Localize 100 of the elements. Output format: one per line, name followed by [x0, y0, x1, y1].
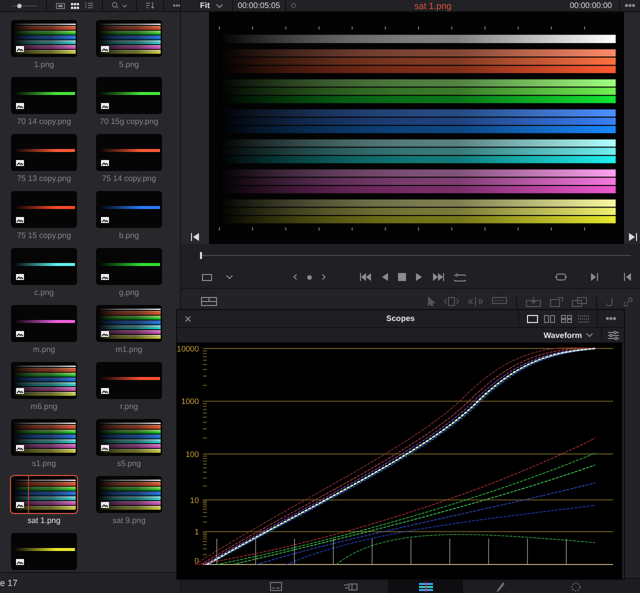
zoom-slider[interactable] [12, 2, 38, 10]
image-icon [16, 160, 24, 166]
search-icon[interactable] [112, 1, 118, 10]
chevron-down-icon[interactable] [216, 4, 223, 8]
playhead-handle[interactable] [200, 252, 202, 258]
clip-name: c.png [34, 288, 54, 298]
marker-icon[interactable] [307, 274, 312, 280]
scale-label: 10000 [177, 344, 199, 354]
color-icon[interactable] [418, 582, 432, 592]
image-icon [16, 103, 24, 109]
clip-name: 75 13 copy.png [16, 174, 72, 184]
clip-thumbnail[interactable] [11, 419, 77, 456]
clip-name: m6.png [30, 402, 58, 412]
clip-thumbnail[interactable] [11, 305, 77, 342]
clip-name: sat 9.png [112, 516, 146, 526]
dotted-circle-icon[interactable] [570, 582, 580, 592]
cut-icon[interactable] [344, 582, 358, 590]
previous-frame-icon[interactable] [624, 273, 631, 281]
media-icon[interactable] [270, 582, 282, 591]
clip-name: 5.png [118, 60, 140, 70]
clip-thumbnail[interactable] [11, 362, 77, 399]
clip-thumbnail[interactable] [96, 362, 162, 399]
skip-end-icon[interactable] [432, 273, 444, 281]
clip-name: sat 1.png [28, 516, 60, 526]
next-marker-icon[interactable] [322, 274, 326, 280]
image-icon [16, 559, 24, 565]
slider-thumb[interactable] [17, 3, 22, 8]
clip-thumbnail[interactable] [11, 134, 77, 171]
more-icon[interactable] [606, 317, 616, 320]
clip-name: s5.png [116, 459, 142, 469]
image-icon [101, 388, 109, 394]
clip-thumbnail[interactable] [11, 77, 77, 114]
chevron-down-icon[interactable] [586, 333, 593, 337]
clip-name: 75 15 copy.png [16, 231, 72, 241]
clip-title: sat 1.png [413, 0, 452, 10]
image-icon [16, 217, 24, 223]
image-icon [101, 46, 109, 52]
clip-thumbnail[interactable] [96, 134, 162, 171]
clip-name: r.png [120, 402, 138, 412]
quad-layout-icon[interactable] [561, 314, 572, 322]
last-frame-icon[interactable] [628, 233, 636, 241]
viewer-size-icon[interactable] [202, 274, 212, 280]
next-frame-icon[interactable] [591, 273, 598, 281]
pen-icon[interactable] [496, 582, 505, 592]
image-icon [16, 388, 24, 394]
settings-icon[interactable] [608, 330, 619, 340]
image-icon [101, 103, 109, 109]
chevron-down-icon[interactable] [226, 275, 233, 279]
clip-thumbnail[interactable] [11, 191, 77, 228]
clip-thumbnail[interactable] [11, 248, 77, 285]
clip-thumbnail[interactable] [96, 20, 162, 57]
clip-thumbnail[interactable] [96, 248, 162, 285]
more-icon[interactable] [625, 4, 635, 7]
clip-thumbnail[interactable] [11, 533, 77, 570]
scale-label: 1000 [181, 397, 199, 406]
dual-layout-icon[interactable] [544, 314, 555, 322]
playhead-line [28, 476, 29, 513]
chevron-down-icon[interactable] [122, 4, 127, 8]
dot-icon [291, 3, 296, 8]
clip-thumbnail[interactable] [96, 476, 162, 513]
clip-thumbnail[interactable] [11, 20, 77, 57]
scope-type-dropdown[interactable]: Waveform [544, 330, 582, 340]
loop-icon[interactable] [454, 272, 466, 282]
clip-thumbnail[interactable] [96, 419, 162, 456]
reverse-play-icon[interactable] [382, 273, 388, 281]
clip-name: 70 14 copy.png [16, 117, 72, 127]
play-icon[interactable] [416, 273, 422, 281]
clip-thumbnail[interactable] [11, 476, 77, 513]
previous-marker-icon[interactable] [293, 274, 297, 280]
sort-icon[interactable] [146, 1, 154, 10]
grid-view-icon[interactable] [70, 2, 79, 10]
image-icon [101, 274, 109, 280]
page-tab[interactable] [388, 579, 463, 593]
status-text: e 17 [0, 578, 18, 588]
range-icon[interactable] [555, 273, 567, 281]
close-icon[interactable] [185, 316, 191, 322]
list-view-icon[interactable] [84, 1, 93, 10]
clip-thumbnail[interactable] [96, 191, 162, 228]
layout-icon[interactable] [201, 297, 217, 306]
image-icon [16, 445, 24, 451]
clip-thumbnail[interactable] [96, 305, 162, 342]
more-icon[interactable] [172, 4, 180, 7]
zoom-dropdown[interactable]: Fit [200, 1, 210, 10]
clip-name: 70 15g copy.png [100, 117, 158, 127]
first-frame-icon[interactable] [191, 233, 199, 241]
filmstrip-view-icon[interactable] [56, 2, 65, 10]
clip-name: 75 14 copy.png [102, 174, 156, 184]
image-icon [16, 274, 24, 280]
scale-label: 100 [186, 450, 199, 460]
image-icon [101, 502, 109, 508]
clip-name: b.png [118, 231, 140, 241]
image-icon [101, 445, 109, 451]
clip-name: m1.png [116, 345, 142, 355]
image-icon [16, 46, 24, 52]
skip-start-icon[interactable] [360, 273, 372, 281]
single-layout-icon[interactable] [527, 314, 538, 322]
panel-title: Scopes [386, 314, 415, 323]
clip-thumbnail[interactable] [96, 77, 162, 114]
grid-layout-icon[interactable] [578, 314, 589, 322]
image-icon [101, 331, 109, 337]
